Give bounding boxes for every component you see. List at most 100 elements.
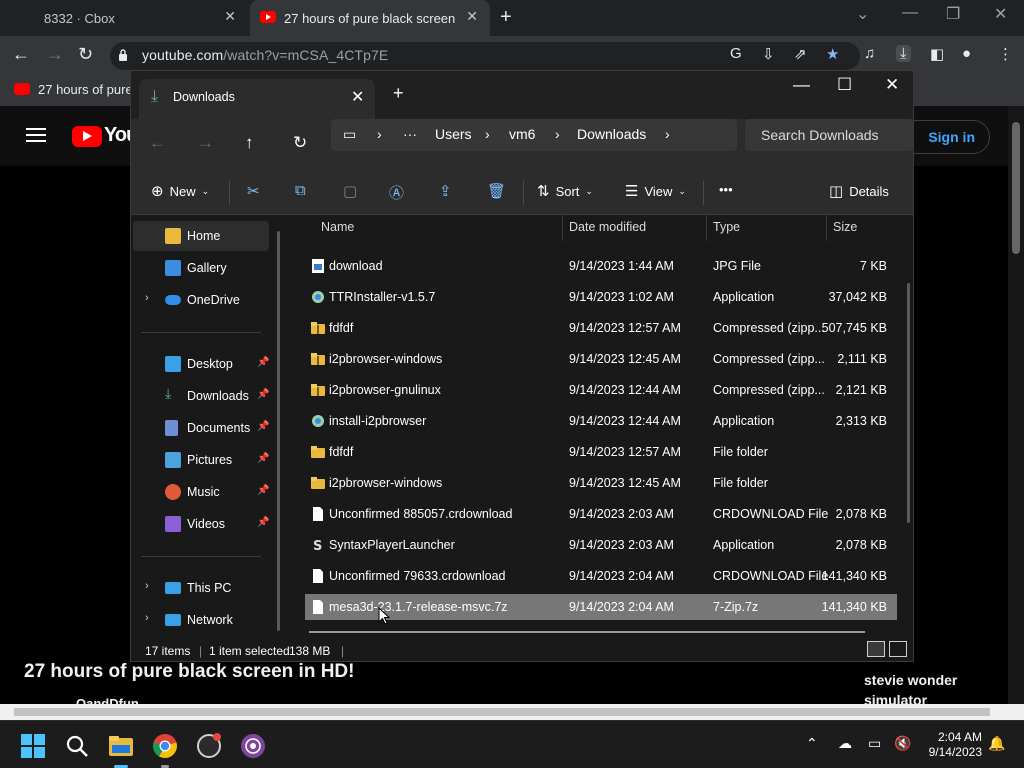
close-tab-icon[interactable]: ✕: [466, 8, 478, 25]
table-row[interactable]: S SyntaxPlayerLauncher 9/14/2023 2:03 AM Ap…: [305, 532, 897, 558]
browser-tab-cbox[interactable]: 8332 · Cbox ✕: [0, 0, 248, 36]
scrollbar-thumb[interactable]: [1012, 122, 1020, 254]
close-button[interactable]: ✕: [885, 75, 899, 95]
reload-icon[interactable]: ↻: [78, 44, 93, 65]
browser-tab-youtube[interactable]: 27 hours of pure black screen in ✕: [250, 0, 490, 36]
notification-bell-icon[interactable]: 🔔: [988, 735, 1005, 752]
page-vertical-scrollbar[interactable]: [1008, 106, 1024, 704]
chevron-right-icon[interactable]: ›: [145, 580, 149, 592]
cloud-sync-icon[interactable]: ☁: [838, 735, 852, 752]
column-type[interactable]: Type: [713, 220, 740, 234]
network-status-icon[interactable]: ▭: [868, 735, 881, 752]
sidebar-item-videos[interactable]: Videos 📌: [133, 509, 269, 539]
search-icon[interactable]: [64, 733, 90, 759]
sidebar-item-desktop[interactable]: Desktop 📌: [133, 349, 269, 379]
sort-button[interactable]: ⇅ Sort ⌄: [537, 182, 593, 200]
more-options-icon[interactable]: •••: [719, 182, 733, 197]
paste-icon[interactable]: ▢: [343, 182, 357, 200]
up-arrow-icon[interactable]: ↑: [245, 133, 254, 153]
pin-icon[interactable]: 📌: [257, 389, 269, 400]
close-tab-icon[interactable]: ✕: [351, 87, 364, 107]
pin-icon[interactable]: 📌: [257, 485, 269, 496]
table-row[interactable]: Unconfirmed 79633.crdownload 9/14/2023 2:…: [305, 563, 897, 589]
table-row[interactable]: TTRInstaller-v1.5.7 9/14/2023 1:02 AM Appl…: [305, 284, 897, 310]
cut-icon[interactable]: ✂: [247, 182, 260, 200]
table-row[interactable]: download 9/14/2023 1:44 AM JPG File 7 KB: [305, 253, 897, 279]
downloads-icon[interactable]: ⤓: [896, 45, 911, 62]
table-row[interactable]: Unconfirmed 885057.crdownload 9/14/2023 2…: [305, 501, 897, 527]
minimize-button[interactable]: —: [902, 4, 918, 22]
youtube-logo-icon[interactable]: [72, 126, 102, 147]
volume-muted-icon[interactable]: 🔇: [894, 735, 911, 752]
windows-start-icon[interactable]: [20, 733, 46, 759]
new-tab-button[interactable]: +: [393, 83, 404, 104]
overflow-icon[interactable]: ···: [403, 126, 417, 142]
bookmark-star-icon[interactable]: ★: [826, 45, 839, 63]
search-input[interactable]: Search Downloads: [745, 119, 913, 151]
navigation-scrollbar[interactable]: [277, 231, 280, 631]
chevron-up-icon[interactable]: ⌃: [806, 735, 818, 752]
channel-name[interactable]: OandDfun: [76, 695, 139, 704]
sidebar-item-onedrive[interactable]: › OneDrive: [133, 285, 269, 315]
file-list-scrollbar[interactable]: [907, 283, 910, 523]
column-name[interactable]: Name: [321, 220, 354, 234]
column-divider[interactable]: [706, 215, 707, 241]
maximize-button[interactable]: ☐: [837, 75, 852, 95]
sidebar-item-this-pc[interactable]: › This PC: [133, 573, 269, 603]
rename-icon[interactable]: Ⓐ: [389, 182, 404, 203]
taskbar-clock[interactable]: 2:04 AM 9/14/2023: [918, 730, 982, 760]
scrollbar-thumb[interactable]: [14, 708, 990, 716]
pin-icon[interactable]: 📌: [257, 453, 269, 464]
chevron-right-icon[interactable]: ›: [145, 292, 149, 304]
share-icon[interactable]: ⇪: [439, 182, 452, 200]
chevron-right-icon[interactable]: ›: [145, 612, 149, 624]
menu-kebab-icon[interactable]: ⋮: [998, 45, 1013, 63]
copy-icon[interactable]: ⧉: [295, 182, 306, 199]
file-explorer-icon[interactable]: [108, 733, 134, 759]
monitor-icon[interactable]: ▭: [343, 126, 356, 143]
obs-studio-icon[interactable]: [196, 733, 222, 759]
page-horizontal-scrollbar[interactable]: [0, 704, 1024, 720]
forward-arrow-icon[interactable]: →: [46, 44, 64, 65]
table-row[interactable]: fdfdf 9/14/2023 12:57 AM File folder: [305, 439, 897, 465]
media-control-icon[interactable]: ♫: [864, 45, 875, 62]
google-lens-icon[interactable]: G: [730, 45, 742, 62]
explorer-tab-downloads[interactable]: ⤓ Downloads ✕: [139, 79, 375, 119]
view-button[interactable]: ☰ View ⌄: [625, 182, 686, 200]
sidebar-item-music[interactable]: Music 📌: [133, 477, 269, 507]
details-view-icon[interactable]: [867, 641, 885, 657]
table-row[interactable]: install-i2pbrowser 9/14/2023 12:44 AM Appl…: [305, 408, 897, 434]
horizontal-scrollbar[interactable]: [309, 631, 865, 633]
sidebar-item-gallery[interactable]: Gallery: [133, 253, 269, 283]
breadcrumb-downloads[interactable]: Downloads: [577, 126, 646, 142]
table-row[interactable]: i2pbrowser-windows 9/14/2023 12:45 AM File…: [305, 470, 897, 496]
back-arrow-icon[interactable]: ←: [149, 133, 166, 153]
pin-icon[interactable]: 📌: [257, 357, 269, 368]
tiles-view-icon[interactable]: [889, 641, 907, 657]
restore-button[interactable]: ❐: [946, 4, 960, 24]
breadcrumb[interactable]: ▭ › ··· Users › vm6 › Downloads ›: [331, 119, 737, 151]
sidebar-item-pictures[interactable]: Pictures 📌: [133, 445, 269, 475]
tab-search-icon[interactable]: ⌄: [856, 4, 869, 24]
table-row[interactable]: mesa3d-23.1.7-release-msvc.7z 9/14/2023 2…: [305, 594, 897, 620]
table-row[interactable]: fdfdf 9/14/2023 12:57 AM Compressed (zipp.…: [305, 315, 897, 341]
column-divider[interactable]: [562, 215, 563, 241]
profile-icon[interactable]: ●: [962, 45, 971, 62]
breadcrumb-vm6[interactable]: vm6: [509, 126, 535, 142]
chrome-icon[interactable]: [152, 733, 178, 759]
bookmark-item[interactable]: 27 hours of pure: [14, 82, 133, 97]
column-size[interactable]: Size: [833, 220, 857, 234]
hamburger-menu-icon[interactable]: [26, 128, 46, 142]
column-date-modified[interactable]: Date modified: [569, 220, 646, 234]
new-tab-button[interactable]: +: [500, 6, 512, 29]
close-button[interactable]: ✕: [994, 4, 1007, 24]
forward-arrow-icon[interactable]: →: [197, 133, 214, 153]
tor-browser-icon[interactable]: [240, 733, 266, 759]
minimize-button[interactable]: —: [793, 75, 810, 95]
install-app-icon[interactable]: ⇩: [762, 45, 775, 63]
new-button[interactable]: ⊕ New ⌄: [151, 182, 209, 200]
pin-icon[interactable]: 📌: [257, 517, 269, 528]
table-row[interactable]: i2pbrowser-gnulinux 9/14/2023 12:44 AM Com…: [305, 377, 897, 403]
refresh-icon[interactable]: ↻: [293, 133, 307, 153]
sidebar-item-downloads[interactable]: ⤓ Downloads 📌: [133, 381, 269, 411]
